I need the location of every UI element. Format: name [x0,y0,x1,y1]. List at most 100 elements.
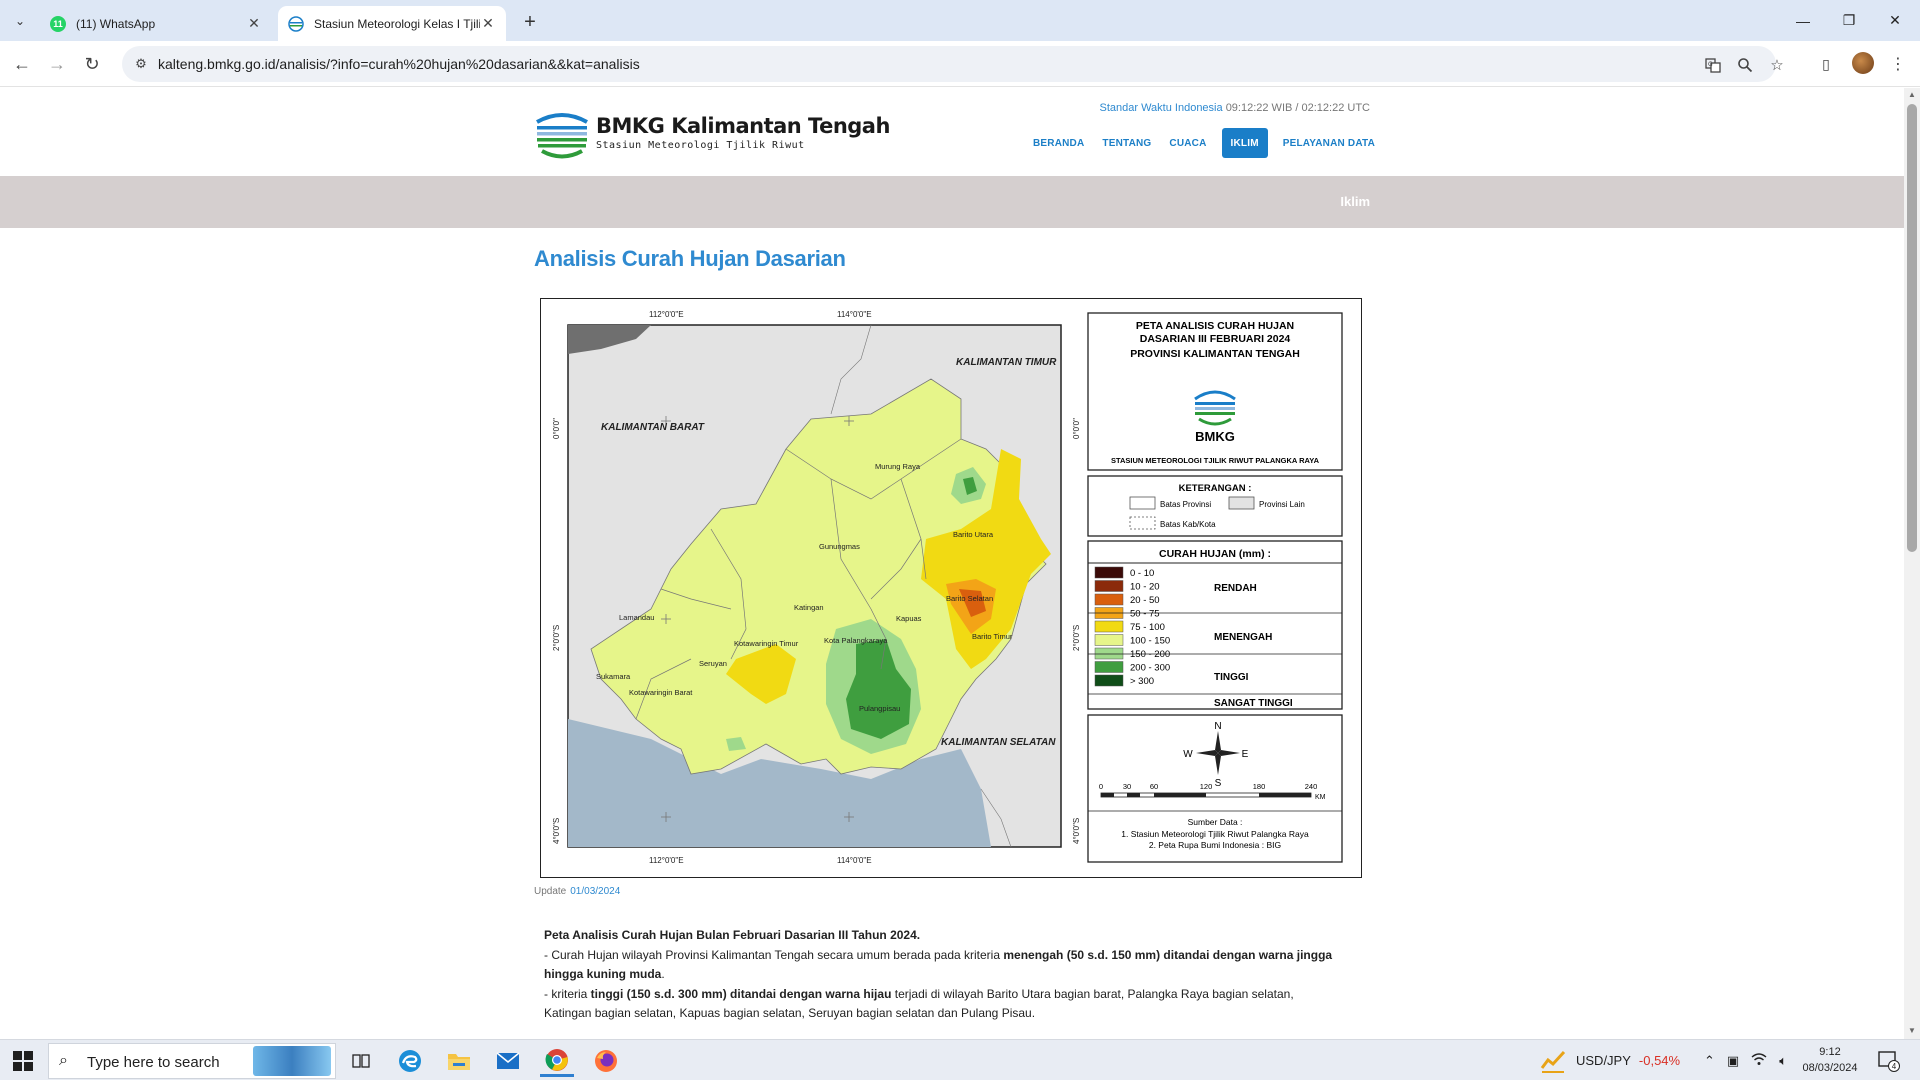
network-icon[interactable] [1751,1052,1767,1069]
taskbar-clock[interactable]: 9:12 08/03/2024 [1790,1044,1870,1076]
tab-whatsapp[interactable]: 11 (11) WhatsApp ✕ [40,6,272,41]
reload-icon[interactable]: ↻ [78,50,106,78]
tray-chevron-up-icon[interactable]: ⌃ [1704,1053,1715,1069]
page-viewport: BMKG Kalimantan Tengah Stasiun Meteorolo… [0,88,1904,1039]
ticker-widget[interactable]: USD/JPY -0,54% [1540,1040,1680,1080]
district-label: Barito Selatan [946,594,993,603]
minimize-icon[interactable]: — [1780,0,1826,41]
back-arrow-icon[interactable]: ← [8,50,36,78]
svg-text:KM: KM [1315,794,1326,801]
lat-label: 0°0'0" [1072,418,1081,439]
legend-range-label: > 300 [1130,676,1154,687]
new-tab-plus-icon[interactable]: + [518,10,542,34]
restore-icon[interactable]: ❐ [1826,0,1872,41]
translate-icon[interactable]: G [1702,54,1724,76]
side-panel-icon[interactable]: ▯ [1812,50,1840,78]
tab-search-chevron-icon[interactable]: ⌄ [8,9,32,33]
tab-bmkg[interactable]: Stasiun Meteorologi Kelas I Tjilik ✕ [278,6,506,41]
windows-start-icon[interactable] [12,1050,34,1072]
legend-swatch [1094,593,1124,606]
scroll-down-icon[interactable]: ▼ [1907,1026,1917,1036]
site-logo[interactable]: BMKG Kalimantan Tengah Stasiun Meteorolo… [534,102,890,162]
map-title-line: DASARIAN III FEBRUARI 2024 [1140,333,1291,345]
page-scrollbar[interactable]: ▲ ▼ [1904,88,1920,1039]
update-label: Update [534,886,567,897]
legend-group: MENENGAH [1214,632,1272,643]
legend-key: Batas Kab/Kota [1160,520,1216,529]
site-info-icon[interactable]: ⚙ [132,55,150,73]
lon-label: 112°0'0"E [649,856,684,865]
nav-cuaca[interactable]: CUACA [1160,128,1215,158]
tab-title: Stasiun Meteorologi Kelas I Tjilik [314,16,480,31]
agency-name: BMKG [1195,429,1235,444]
close-tab-icon[interactable]: ✕ [246,15,262,32]
ticker-chart-icon [1540,1050,1566,1073]
map-compass-box: N S W E 0 30 60 120 180 240 KM Sumber Da… [1087,714,1343,863]
legend-key: Provinsi Lain [1259,500,1305,509]
zoom-icon[interactable] [1734,54,1756,76]
lat-label: 4°0'0"S [1072,818,1081,844]
tab-title: (11) WhatsApp [76,16,156,31]
close-tab-icon[interactable]: ✕ [480,15,496,32]
time-label: Standar Waktu Indonesia [1099,102,1223,114]
nav-pelayanan-data[interactable]: PELAYANAN DATA [1274,128,1384,158]
logo-subtitle: Stasiun Meteorologi Tjilik Riwut [596,139,805,151]
nav-beranda[interactable]: BERANDA [1024,128,1093,158]
district-label: Kota Palangkaraya [824,636,888,645]
clock-date: 08/03/2024 [1802,1062,1858,1074]
menu-kebab-icon[interactable]: ⋮ [1884,50,1912,78]
notification-center-icon[interactable]: 4 [1876,1040,1900,1080]
svg-text:E: E [1242,749,1249,760]
file-explorer-icon[interactable] [442,1045,476,1077]
svg-text:240: 240 [1305,782,1318,791]
search-highlight-image [253,1046,331,1076]
lon-label: 114°0'0"E [837,310,872,319]
time-value: 09:12:22 WIB / 02:12:22 UTC [1225,102,1370,114]
legend-swatch [1094,647,1124,660]
ticker-value: -0,54% [1638,1053,1681,1068]
label-kalbar: KALIMANTAN BARAT [601,422,705,433]
windows-taskbar: ⌕ Type here to search USD/JPY -0,54% ⌃ ▣… [0,1039,1920,1080]
whatsapp-icon: 11 [50,15,66,32]
chrome-icon[interactable] [540,1045,574,1077]
district-label: Kotawaringin Barat [629,688,693,697]
ticker-label: USD/JPY [1576,1053,1631,1068]
svg-text:180: 180 [1253,782,1266,791]
nav-iklim[interactable]: IKLIM [1221,128,1268,158]
district-label: Kotawaringin Timur [734,639,799,648]
bmkg-map-logo-icon [1193,385,1237,429]
task-view-icon[interactable] [344,1045,378,1077]
district-label: Lamandau [619,613,654,622]
address-bar[interactable]: ⚙ kalteng.bmkg.go.id/analisis/?info=cura… [122,46,1784,82]
browser-tabbar: ⌄ 11 (11) WhatsApp ✕ Stasiun Meteorologi… [0,0,1920,41]
update-date: 01/03/2024 [570,886,621,897]
bmkg-favicon-icon [288,15,304,32]
lat-label: 4°0'0"S [552,818,561,844]
taskbar-search-box[interactable]: ⌕ Type here to search [48,1043,336,1079]
volume-icon[interactable]: 🔈︎ [1779,1053,1787,1069]
nav-tentang[interactable]: TENTANG [1093,128,1160,158]
description-paragraph-2: - kriteria tinggi (150 s.d. 300 mm) dita… [544,986,1294,1021]
forward-arrow-icon[interactable]: → [43,50,71,78]
edge-browser-icon[interactable] [393,1045,427,1077]
bookmark-star-icon[interactable]: ☆ [1766,54,1788,76]
legend-range-label: 200 - 300 [1130,663,1170,674]
profile-avatar[interactable] [1852,52,1874,74]
browser-toolbar: ← → ↻ ⚙ kalteng.bmkg.go.id/analisis/?inf… [0,41,1920,87]
district-label: Seruyan [699,659,727,668]
label-kalsel: KALIMANTAN SELATAN [941,737,1056,748]
mail-icon[interactable] [491,1045,525,1077]
source-line: 2. Peta Rupa Bumi Indonesia : BIG [1149,840,1281,850]
scroll-thumb[interactable] [1907,104,1917,552]
district-label: Katingan [794,603,824,612]
firefox-icon[interactable] [589,1045,623,1077]
district-label: Sukamara [596,672,631,681]
scroll-up-icon[interactable]: ▲ [1907,90,1917,100]
close-window-icon[interactable]: ✕ [1872,0,1918,41]
url-text[interactable]: kalteng.bmkg.go.id/analisis/?info=curah%… [158,56,640,72]
rainfall-map-image: KALIMANTAN BARAT KALIMANTAN TIMUR KALIMA… [540,298,1362,878]
meet-now-icon[interactable]: ▣ [1727,1053,1739,1069]
lat-label: 0°0'0" [552,418,561,439]
system-tray: ⌃ ▣ 🔈︎ [1704,1040,1787,1080]
legend-range-label: 50 - 75 [1130,609,1160,620]
